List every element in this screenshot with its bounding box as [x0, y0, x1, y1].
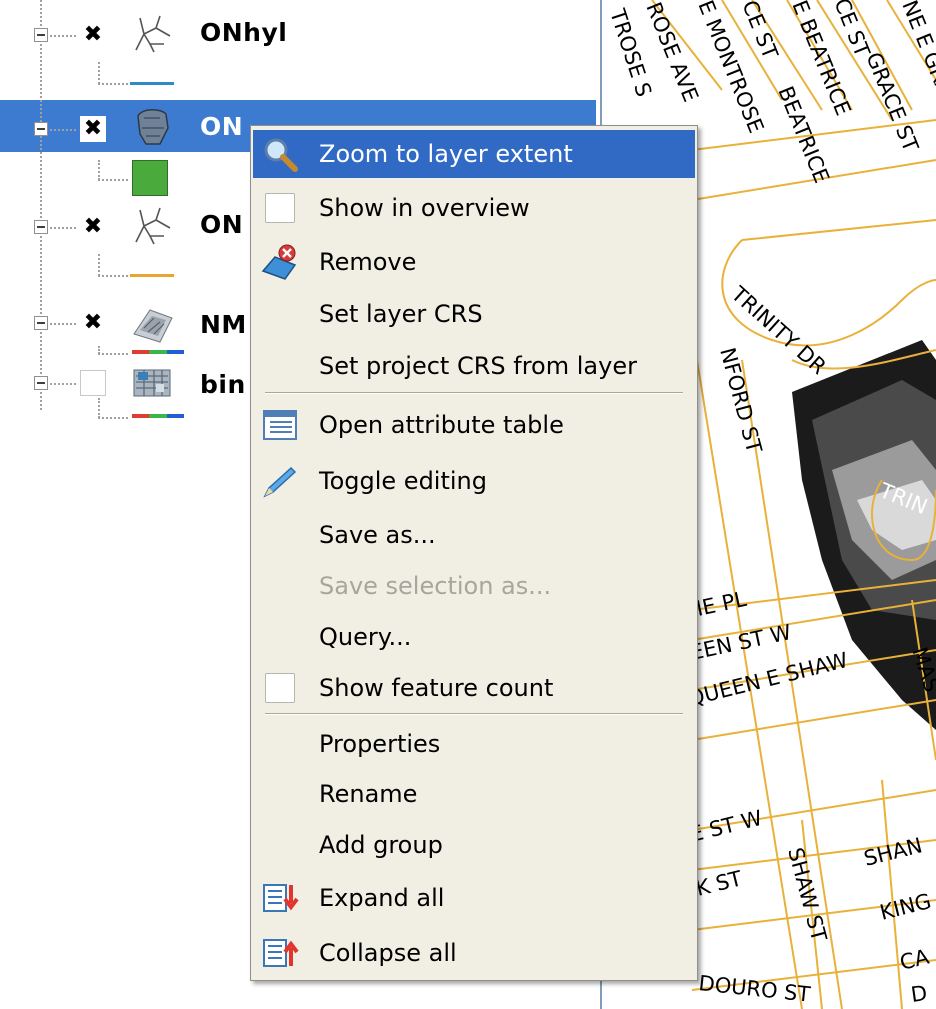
attribute-table-icon	[263, 410, 297, 440]
menu-item-rename[interactable]: Rename	[253, 770, 695, 818]
tree-connector	[50, 129, 76, 131]
street-label: NFORD ST	[715, 345, 766, 456]
layer-name: bin	[200, 370, 246, 399]
street-label: NE E GRA	[897, 0, 936, 99]
checkbox-icon[interactable]	[265, 193, 295, 223]
line-layer-icon	[135, 207, 171, 245]
street-label: SHAN	[861, 833, 924, 871]
pencil-icon	[263, 466, 297, 498]
raster-layer-icon	[133, 369, 171, 397]
tree-connector	[50, 35, 76, 37]
collapse-toggle-icon[interactable]	[34, 122, 48, 136]
street-label: KING	[877, 889, 933, 925]
expand-all-icon	[263, 884, 299, 912]
street-label: K ST	[693, 866, 744, 901]
collapse-toggle-icon[interactable]	[34, 28, 48, 42]
menu-item-label: Rename	[319, 780, 418, 808]
menu-item-label: Collapse all	[319, 939, 457, 967]
street-label: IE PL	[694, 587, 749, 621]
tree-connector	[50, 227, 76, 229]
menu-item-query[interactable]: Query...	[253, 613, 695, 661]
tree-connector	[98, 417, 128, 419]
tree-connector	[50, 323, 76, 325]
menu-item-label: Save selection as...	[319, 572, 552, 600]
zoom-extent-icon	[264, 138, 298, 172]
menu-item-label: Properties	[319, 730, 441, 758]
menu-item-set-project-crs[interactable]: Set project CRS from layer	[253, 342, 695, 390]
collapse-all-icon	[263, 939, 299, 967]
tree-connector	[98, 179, 128, 181]
menu-item-open-attribute-table[interactable]: Open attribute table	[253, 401, 695, 449]
menu-item-show-in-overview[interactable]: Show in overview	[253, 184, 695, 232]
menu-item-label: Save as...	[319, 521, 436, 549]
menu-item-label: Toggle editing	[319, 467, 487, 495]
street-label: GRACE ST	[861, 49, 923, 155]
menu-item-label: Remove	[319, 248, 417, 276]
legend-symbol-fill	[132, 160, 168, 196]
layer-visibility-checkbox[interactable]: ✖	[80, 22, 106, 48]
collapse-toggle-icon[interactable]	[34, 376, 48, 390]
collapse-toggle-icon[interactable]	[34, 316, 48, 330]
legend-symbol-line	[130, 82, 174, 85]
tree-connector	[98, 160, 100, 180]
layer-context-menu[interactable]: Zoom to layer extent Show in overview Re…	[250, 125, 698, 981]
menu-item-label: Set project CRS from layer	[319, 352, 637, 380]
legend-symbol-rgb	[132, 414, 184, 418]
menu-separator	[265, 713, 683, 715]
raster-layer-icon	[133, 309, 173, 343]
remove-layer-icon	[261, 244, 297, 280]
menu-item-label: Open attribute table	[319, 411, 564, 439]
menu-item-label: Zoom to layer extent	[319, 140, 573, 168]
tree-connector	[98, 353, 128, 355]
menu-item-zoom-to-layer-extent[interactable]: Zoom to layer extent	[253, 130, 695, 178]
layer-name: ONhyl	[200, 18, 288, 47]
layer-name: ON	[200, 210, 244, 239]
tree-connector	[98, 83, 128, 85]
tree-connector	[50, 383, 76, 385]
menu-item-toggle-editing[interactable]: Toggle editing	[253, 457, 695, 505]
street-label: D	[909, 981, 928, 1007]
menu-item-set-layer-crs[interactable]: Set layer CRS	[253, 290, 695, 338]
menu-item-properties[interactable]: Properties	[253, 720, 695, 768]
street-label: CE ST	[737, 0, 782, 62]
layer-name: NM	[200, 310, 247, 339]
menu-item-label: Expand all	[319, 884, 445, 912]
polygon-layer-icon	[137, 109, 169, 145]
menu-item-save-as[interactable]: Save as...	[253, 511, 695, 559]
menu-item-label: Show in overview	[319, 194, 530, 222]
street-label: CA	[897, 944, 932, 974]
layer-visibility-checkbox[interactable]: ✖	[80, 310, 106, 336]
layer-name: ON	[200, 112, 244, 141]
street-label: E ST W	[687, 806, 764, 847]
legend-symbol-line	[130, 274, 174, 277]
line-layer-icon	[135, 15, 171, 53]
menu-item-show-feature-count[interactable]: Show feature count	[253, 664, 695, 712]
menu-item-add-group[interactable]: Add group	[253, 821, 695, 869]
tree-connector	[98, 254, 100, 276]
layer-visibility-checkbox[interactable]	[80, 370, 106, 396]
menu-item-label: Set layer CRS	[319, 300, 483, 328]
menu-item-label: Add group	[319, 831, 443, 859]
menu-separator	[265, 392, 683, 394]
checkbox-icon[interactable]	[265, 673, 295, 703]
tree-connector	[98, 62, 100, 84]
layer-visibility-checkbox[interactable]: ✖	[80, 214, 106, 240]
collapse-toggle-icon[interactable]	[34, 220, 48, 234]
tree-connector	[40, 0, 42, 410]
menu-item-save-selection-as: Save selection as...	[253, 562, 695, 610]
menu-item-label: Query...	[319, 623, 412, 651]
legend-symbol-rgb	[132, 350, 184, 354]
menu-item-remove[interactable]: Remove	[253, 238, 695, 286]
layer-visibility-checkbox[interactable]: ✖	[80, 116, 106, 142]
menu-item-expand-all[interactable]: Expand all	[253, 874, 695, 922]
tree-connector	[98, 275, 128, 277]
menu-item-collapse-all[interactable]: Collapse all	[253, 929, 695, 977]
menu-item-label: Show feature count	[319, 674, 554, 702]
tree-connector	[98, 398, 100, 418]
